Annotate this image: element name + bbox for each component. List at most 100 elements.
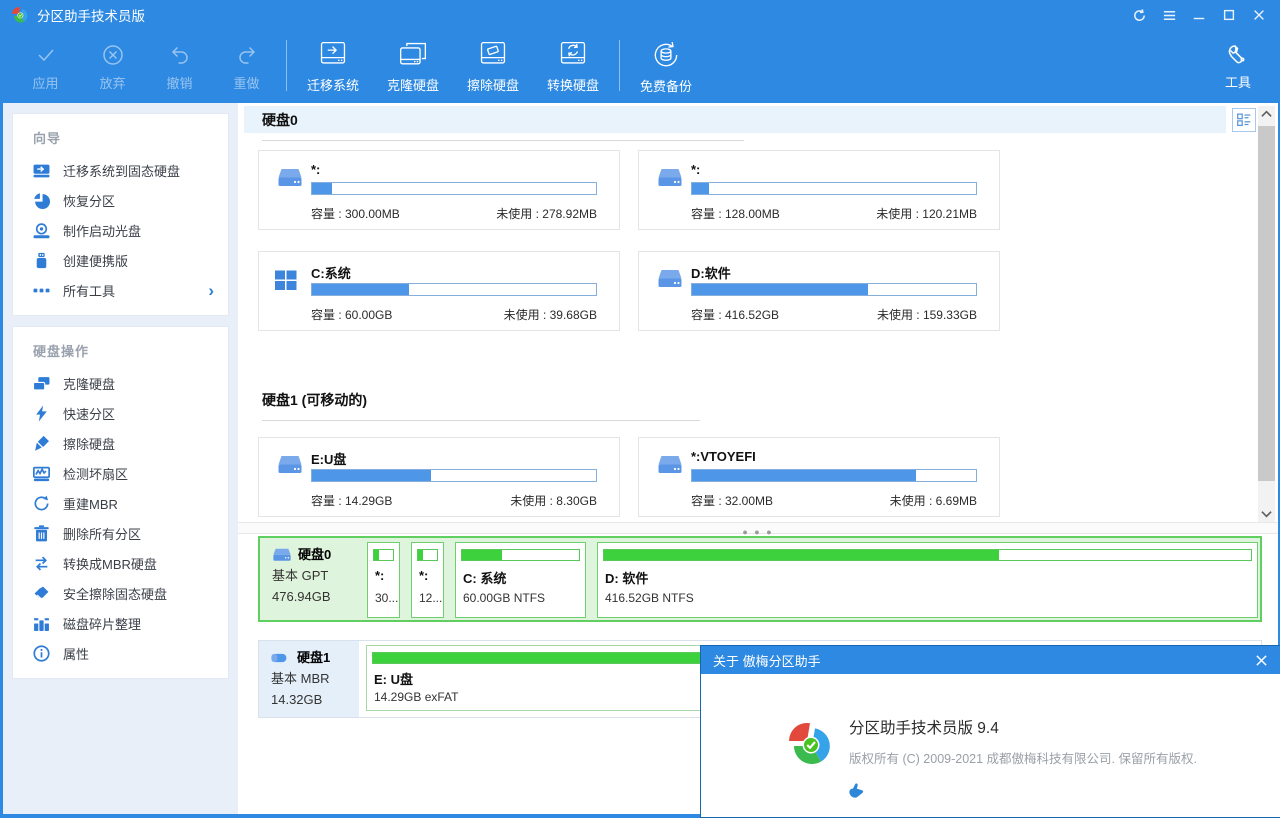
partition-block-disk0-p1[interactable]: *: 30... <box>367 542 400 618</box>
sidebar: 向导 迁移系统到固态硬盘 恢复分区 制作启动光盘 创建便携版 <box>3 103 238 814</box>
scroll-down-button[interactable] <box>1258 506 1275 522</box>
clone-disk-icon <box>33 375 50 392</box>
menu-icon[interactable] <box>1154 0 1184 30</box>
info-icon <box>33 645 50 662</box>
usage-minibar <box>461 549 580 561</box>
partition-card-disk0-d[interactable]: D:软件 容量 : 416.52GB 未使用 : 159.33GB <box>638 251 1000 331</box>
undo-button[interactable]: 撤销 <box>146 30 213 103</box>
disk1-label[interactable]: 硬盘1 基本 MBR 14.32GB <box>259 641 359 717</box>
free-text: 未使用 : 8.30GB <box>510 492 597 509</box>
usage-bar <box>691 182 977 195</box>
about-close-button[interactable] <box>1250 649 1272 671</box>
sidebar-item-rebuild-mbr[interactable]: 重建MBR <box>13 488 228 518</box>
clone-disk-button[interactable]: 克隆硬盘 <box>373 30 453 103</box>
sidebar-item-label: 安全擦除固态硬盘 <box>63 584 167 603</box>
sidebar-item-migrate-os-to-ssd[interactable]: 迁移系统到固态硬盘 <box>13 155 228 185</box>
sidebar-item-check-bad-sectors[interactable]: 检测坏扇区 <box>13 458 228 488</box>
hand-pointer-icon <box>847 782 865 800</box>
sidebar-item-label: 恢复分区 <box>63 191 115 210</box>
sidebar-item-delete-all-partitions[interactable]: 删除所有分区 <box>13 518 228 548</box>
disk0-row[interactable]: 硬盘0 基本 GPT 476.94GB *: 30... *: 12... <box>258 536 1262 622</box>
partition-card-disk0-p2[interactable]: *: 容量 : 128.00MB 未使用 : 120.21MB <box>638 150 1000 230</box>
partition-label: C:系统 <box>311 263 351 282</box>
disk0-label[interactable]: 硬盘0 基本 GPT 476.94GB <box>260 538 360 620</box>
sidebar-item-label: 制作启动光盘 <box>63 221 141 240</box>
block-info: 416.52GB NTFS <box>605 591 694 605</box>
window-title: 分区助手技术员版 <box>37 5 145 25</box>
usage-fill <box>462 550 502 560</box>
secure-erase-icon <box>33 585 50 602</box>
partition-card-disk1-e[interactable]: E:U盘 容量 : 14.29GB 未使用 : 8.30GB <box>258 437 620 517</box>
partition-label: *: <box>311 162 320 177</box>
wipe-disk-brush-icon <box>33 435 50 452</box>
divider <box>262 420 700 421</box>
sidebar-item-label: 属性 <box>63 644 89 663</box>
wipe-disk-label: 擦除硬盘 <box>467 75 519 94</box>
block-info: 14.29GB exFAT <box>374 690 459 704</box>
usb-drive-icon <box>271 652 291 664</box>
partition-card-disk1-vtoyefi[interactable]: *:VTOYEFI 容量 : 32.00MB 未使用 : 6.69MB <box>638 437 1000 517</box>
quick-partition-icon <box>33 405 50 422</box>
sidebar-item-create-portable[interactable]: 创建便携版 <box>13 245 228 275</box>
usage-fill <box>418 550 423 560</box>
tools-label: 工具 <box>1225 72 1251 91</box>
about-dialog-titlebar: 关于 傲梅分区助手 <box>701 646 1280 674</box>
scrollbar-thumb[interactable] <box>1258 126 1275 481</box>
partition-block-disk0-c[interactable]: C: 系统 60.00GB NTFS <box>455 542 586 618</box>
redo-label: 重做 <box>233 73 259 92</box>
disk0-name: 硬盘0 <box>298 545 331 566</box>
free-backup-button[interactable]: 免费备份 <box>626 30 706 103</box>
convert-mbr-icon <box>33 555 50 572</box>
sidebar-item-clone-disk[interactable]: 克隆硬盘 <box>13 368 228 398</box>
partition-card-disk0-p1[interactable]: *: 容量 : 300.00MB 未使用 : 278.92MB <box>258 150 620 230</box>
maximize-button[interactable] <box>1214 0 1244 30</box>
disk0-header[interactable]: 硬盘0 <box>244 106 1226 133</box>
capacity-text: 容量 : 14.29GB <box>311 492 392 509</box>
migrate-ssd-icon <box>33 162 50 179</box>
sidebar-item-recover-partition[interactable]: 恢复分区 <box>13 185 228 215</box>
about-product-name: 分区助手技术员版 9.4 <box>849 716 999 738</box>
bad-sector-icon <box>33 465 50 482</box>
migrate-system-button[interactable]: 迁移系统 <box>293 30 373 103</box>
tools-button[interactable]: 工具 <box>1210 30 1266 103</box>
refresh-icon[interactable] <box>1124 0 1154 30</box>
sidebar-item-convert-to-mbr[interactable]: 转换成MBR硬盘 <box>13 548 228 578</box>
sidebar-item-make-bootable-cd[interactable]: 制作启动光盘 <box>13 215 228 245</box>
redo-button[interactable]: 重做 <box>213 30 280 103</box>
partition-block-disk0-p2[interactable]: *: 12... <box>411 542 444 618</box>
view-toggle-button[interactable] <box>1232 108 1256 132</box>
block-info: 12... <box>419 591 442 605</box>
disk-icon <box>277 167 303 189</box>
scroll-up-button[interactable] <box>1258 106 1275 122</box>
sidebar-item-quick-partition[interactable]: 快速分区 <box>13 398 228 428</box>
sidebar-item-secure-erase-ssd[interactable]: 安全擦除固态硬盘 <box>13 578 228 608</box>
vertical-scrollbar[interactable] <box>1258 106 1275 522</box>
sidebar-item-properties[interactable]: 属性 <box>13 638 228 668</box>
discard-button[interactable]: 放弃 <box>79 30 146 103</box>
recover-partition-icon <box>33 192 50 209</box>
convert-disk-button[interactable]: 转换硬盘 <box>533 30 613 103</box>
close-button[interactable] <box>1244 0 1274 30</box>
sidebar-item-label: 转换成MBR硬盘 <box>63 554 157 573</box>
sidebar-item-all-tools[interactable]: 所有工具 › <box>13 275 228 305</box>
partition-card-disk0-c[interactable]: C:系统 容量 : 60.00GB 未使用 : 39.68GB <box>258 251 620 331</box>
disk0-type: 基本 GPT <box>272 566 360 587</box>
capacity-text: 容量 : 300.00MB <box>311 205 400 222</box>
minimize-button[interactable] <box>1184 0 1214 30</box>
partition-block-disk0-d[interactable]: D: 软件 416.52GB NTFS <box>597 542 1258 618</box>
block-label: *: <box>375 568 384 583</box>
chevron-right-icon: › <box>208 282 214 299</box>
panel-splitter[interactable]: ● ● ● <box>238 522 1278 534</box>
wipe-disk-button[interactable]: 擦除硬盘 <box>453 30 533 103</box>
apply-button[interactable]: 应用 <box>12 30 79 103</box>
sidebar-item-label: 擦除硬盘 <box>63 434 115 453</box>
sidebar-item-label: 重建MBR <box>63 494 118 513</box>
usage-fill <box>373 653 741 663</box>
usage-bar <box>311 182 597 195</box>
usage-fill <box>692 470 916 481</box>
sidebar-item-disk-defrag[interactable]: 磁盘碎片整理 <box>13 608 228 638</box>
free-text: 未使用 : 159.33GB <box>877 306 977 323</box>
about-dialog: 关于 傲梅分区助手 分区助手技术员版 9.4 版权所有 (C) 2009-202… <box>700 645 1280 818</box>
defrag-icon <box>33 615 50 632</box>
sidebar-item-wipe-disk[interactable]: 擦除硬盘 <box>13 428 228 458</box>
